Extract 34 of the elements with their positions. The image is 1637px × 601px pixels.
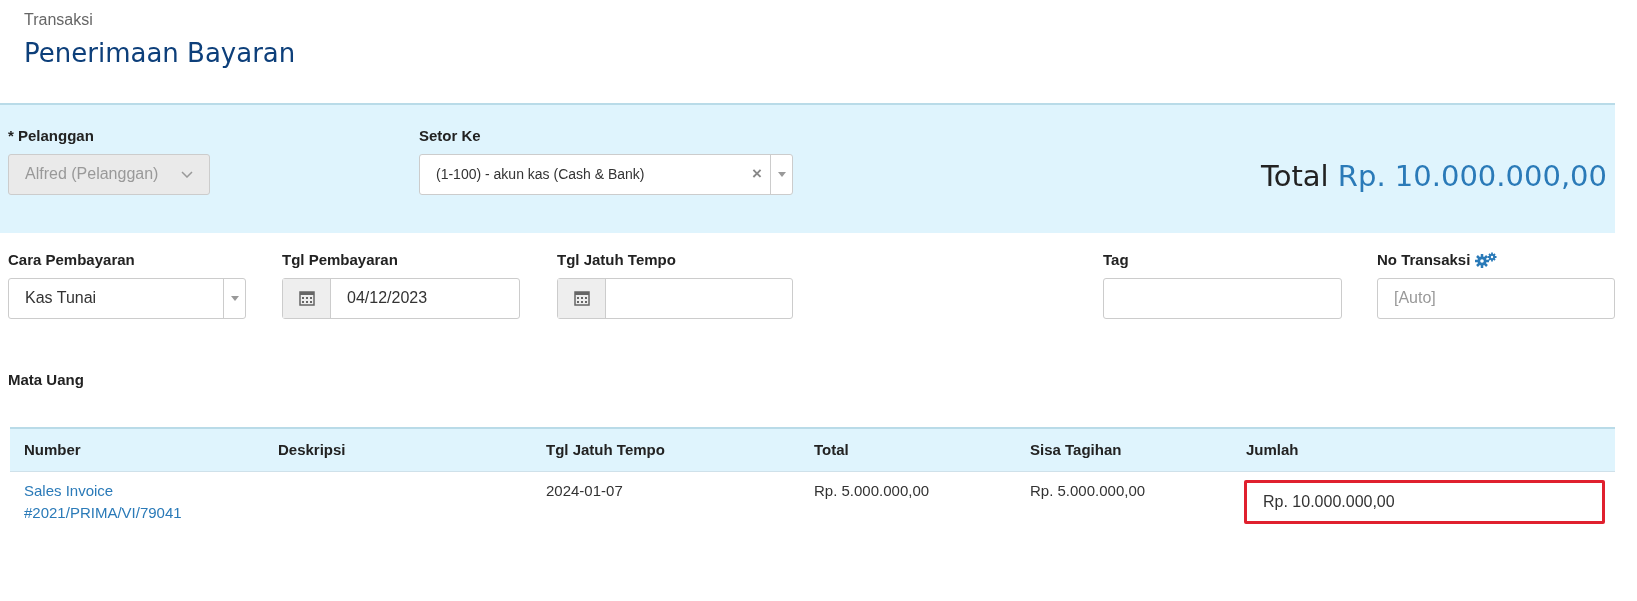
date-field[interactable]	[557, 277, 793, 319]
column-header: Tgl Jatuh Tempo	[546, 439, 666, 460]
clear-button[interactable]: ×	[744, 161, 770, 187]
column-header: Jumlah	[1246, 439, 1300, 460]
calendar-icon	[298, 290, 315, 306]
column-header: Deskripsi	[278, 439, 347, 460]
field-label: Mata Uang	[8, 369, 85, 390]
chevron-down-icon	[181, 170, 193, 178]
table-cell: 2024-01-07	[546, 482, 623, 499]
field-label: No Transaksi	[1377, 250, 1471, 270]
field-label: Cara Pembayaran	[8, 250, 135, 270]
field-label: Tgl Jatuh Tempo	[557, 250, 676, 270]
column-header: Number	[23, 439, 82, 460]
account-select[interactable]: (1-100) - akun kas (Cash & Bank) ×	[419, 153, 793, 195]
invoice-link[interactable]: Sales Invoice #2021/PRIMA/VI/79041	[24, 480, 278, 524]
input-field[interactable]	[1103, 277, 1342, 319]
table-cell: Rp. 5.000.000,00	[814, 482, 930, 499]
caret-icon	[230, 295, 239, 301]
caret-icon	[777, 171, 786, 177]
gears-icon[interactable]	[1474, 252, 1499, 269]
breadcrumb: Transaksi	[24, 10, 94, 30]
amount-field[interactable]: Rp. 10.000.000,00	[1244, 480, 1605, 524]
field-label: Tag	[1103, 250, 1129, 270]
total-amount: Total Rp. 10.000.000,00	[1260, 158, 1607, 195]
table-cell: Rp. 5.000.000,00	[1030, 482, 1146, 499]
field-label: Tgl Pembayaran	[282, 250, 398, 270]
column-header: Total	[814, 439, 850, 460]
field-label: Setor Ke	[419, 126, 482, 146]
payment-method-select[interactable]: Kas Tunai	[8, 277, 246, 319]
page-title: Penerimaan Bayaran	[24, 37, 297, 70]
field-label: * Pelanggan	[8, 126, 95, 146]
column-header: Sisa Tagihan	[1030, 439, 1123, 460]
date-field[interactable]: 04/12/2023	[282, 277, 520, 319]
calendar-icon	[573, 290, 590, 306]
